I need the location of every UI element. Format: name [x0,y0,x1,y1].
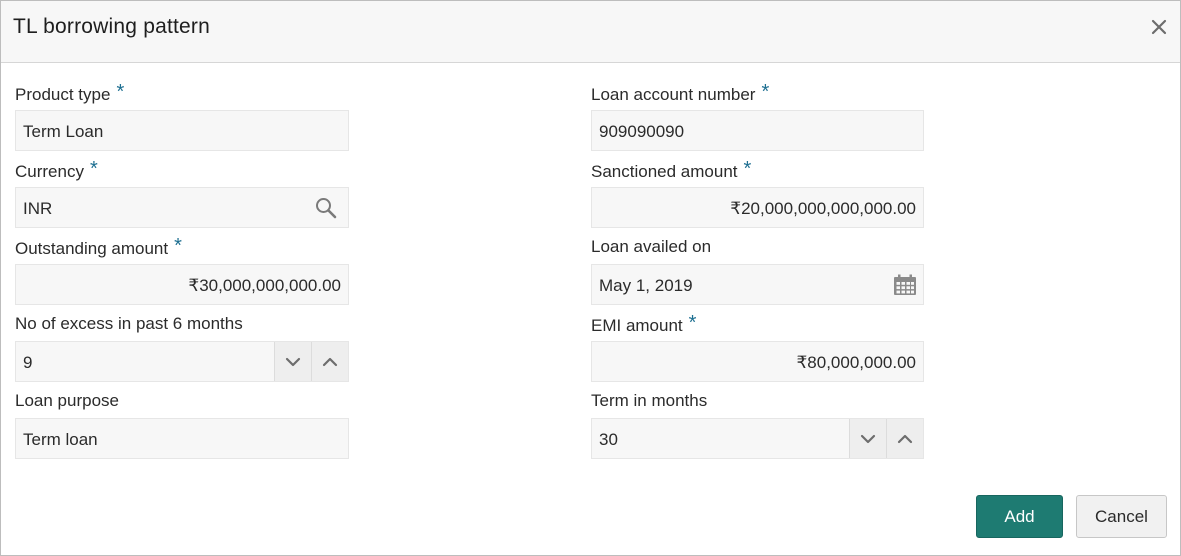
currency-value: INR [23,199,53,218]
loan-purpose-field[interactable]: Term loan [15,418,349,459]
term-in-months-value: 30 [599,430,618,449]
no-of-excess-value: 9 [23,353,33,372]
required-marker: * [116,81,125,103]
required-marker: * [743,158,752,180]
loan-purpose-value: Term loan [23,430,98,449]
sanctioned-amount-value: ₹20,000,000,000,000.00 [730,199,916,218]
chevron-down-icon[interactable] [849,419,886,458]
product-type-value: Term Loan [23,122,104,141]
chevron-down-icon[interactable] [274,342,311,381]
loan-availed-on-value: May 1, 2019 [599,276,693,295]
required-marker: * [761,81,770,103]
search-icon[interactable] [314,196,338,225]
calendar-icon[interactable] [893,274,917,301]
no-of-excess-label: No of excess in past 6 months [15,314,243,333]
sanctioned-amount-field[interactable]: ₹20,000,000,000,000.00 [591,187,924,228]
product-type-field[interactable]: Term Loan [15,110,349,151]
emi-amount-value: ₹80,000,000.00 [796,353,916,372]
loan-account-number-value: 909090090 [599,122,685,141]
required-marker: * [174,235,182,257]
chevron-up-icon[interactable] [311,342,348,381]
dialog: TL borrowing pattern Product type * Term … [0,0,1181,556]
chevron-up-icon[interactable] [886,419,923,458]
dialog-title: TL borrowing pattern [13,15,210,38]
product-type-label: Product type * [15,81,125,104]
dialog-header: TL borrowing pattern [1,1,1180,63]
outstanding-amount-value: ₹30,000,000,000.00 [188,276,341,295]
term-in-months-stepper[interactable]: 30 [591,418,924,459]
loan-purpose-label: Loan purpose [15,391,119,410]
loan-account-number-field[interactable]: 909090090 [591,110,924,151]
emi-amount-label: EMI amount * [591,312,697,335]
cancel-button[interactable]: Cancel [1076,495,1167,538]
no-of-excess-stepper[interactable]: 9 [15,341,349,382]
currency-field[interactable]: INR [15,187,349,228]
currency-label: Currency * [15,158,98,181]
required-marker: * [89,158,98,180]
outstanding-amount-field[interactable]: ₹30,000,000,000.00 [15,264,349,305]
emi-amount-field[interactable]: ₹80,000,000.00 [591,341,924,382]
loan-availed-on-field[interactable]: May 1, 2019 [591,264,924,305]
loan-account-number-label: Loan account number * [591,81,770,104]
loan-availed-on-label: Loan availed on [591,237,712,256]
close-icon[interactable] [1149,17,1169,37]
term-in-months-label: Term in months [591,391,708,410]
add-button[interactable]: Add [976,495,1063,538]
outstanding-amount-label: Outstanding amount * [15,235,182,258]
sanctioned-amount-label: Sanctioned amount * [591,158,752,181]
required-marker: * [688,312,697,334]
